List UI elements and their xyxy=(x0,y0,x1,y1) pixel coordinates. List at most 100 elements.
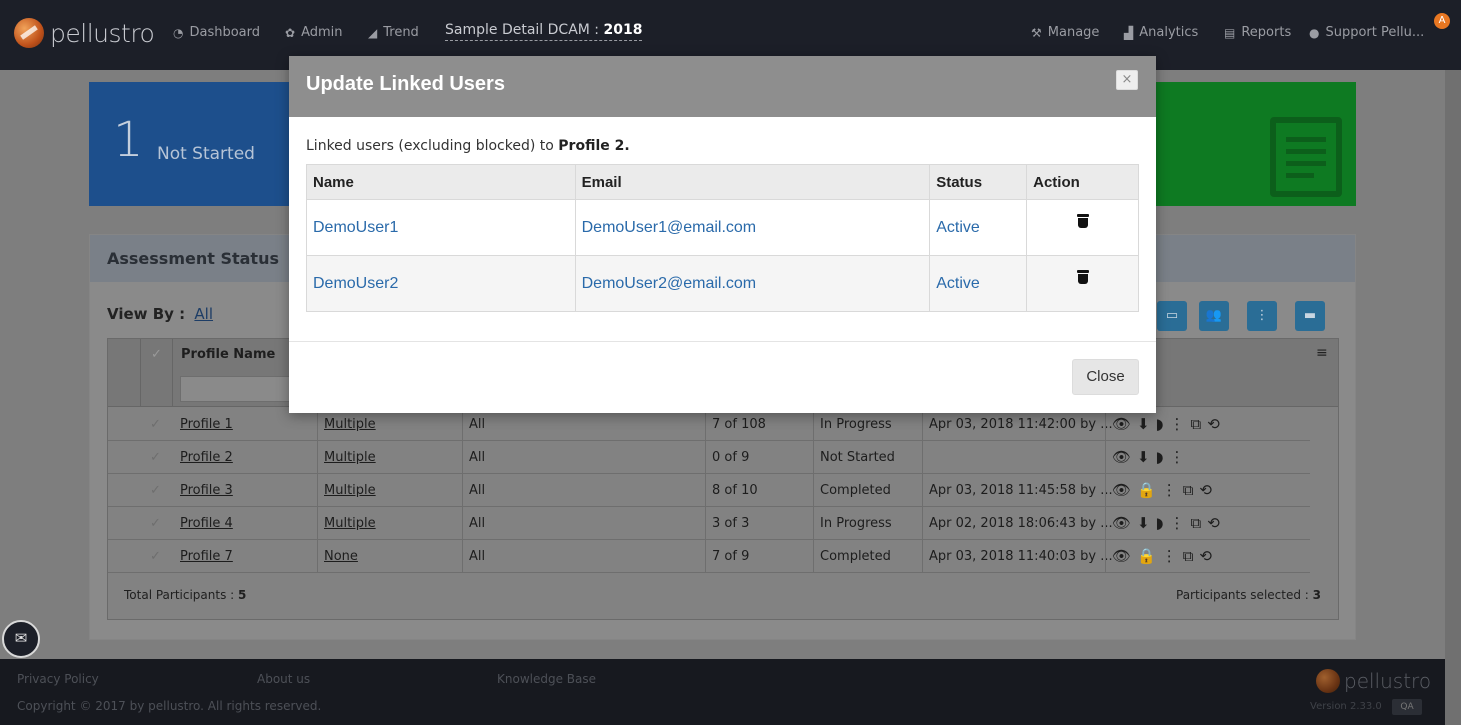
brand-logo[interactable]: pellustro xyxy=(14,18,155,48)
linked-users-table: Name Email Status Action DemoUser1 DemoU… xyxy=(306,164,1139,312)
about-us-link[interactable]: About us xyxy=(257,672,310,686)
page-scrollbar[interactable] xyxy=(1445,70,1461,725)
status-cell: In Progress xyxy=(820,417,892,432)
nav-admin[interactable]: ✿ Admin xyxy=(285,25,343,40)
table-header-row: Name Email Status Action xyxy=(306,164,1139,200)
nav-dashboard[interactable]: ◔ Dashboard xyxy=(173,25,260,40)
row-checkbox[interactable]: ✓ xyxy=(150,450,161,465)
table-row[interactable]: ✓ Profile 3 Multiple All 8 of 10 Complet… xyxy=(108,474,1310,507)
nav-reports[interactable]: ▤ Reports xyxy=(1224,25,1291,40)
grid-header-blank xyxy=(108,339,141,407)
column-profile-name[interactable]: Profile Name xyxy=(181,347,275,362)
column-email: Email xyxy=(574,164,931,200)
knowledge-base-link[interactable]: Knowledge Base xyxy=(497,672,596,686)
page-title[interactable]: Sample Detail DCAM : 2018 xyxy=(445,22,643,41)
progress-cell: 8 of 10 xyxy=(712,483,758,498)
trash-icon: ▬ xyxy=(1303,308,1317,323)
completed-tile[interactable] xyxy=(1156,82,1356,206)
close-icon[interactable]: × xyxy=(1116,70,1138,90)
linked-users-link[interactable]: None xyxy=(324,549,358,564)
grid-scrollbar[interactable] xyxy=(1315,408,1329,578)
calendar-button[interactable]: ▭ xyxy=(1157,301,1187,331)
profile-link[interactable]: Profile 2 xyxy=(180,450,233,465)
nav-dashboard-label: Dashboard xyxy=(189,25,261,40)
gear-icon: ✿ xyxy=(285,25,296,40)
nav-trend[interactable]: ◢ Trend xyxy=(368,25,419,40)
scope-cell: All xyxy=(469,549,486,564)
logo-mark-icon xyxy=(14,18,44,48)
row-checkbox[interactable]: ✓ xyxy=(150,483,161,498)
not-started-count: 1 xyxy=(113,112,144,168)
view-by-all-link[interactable]: All xyxy=(194,305,213,323)
profile-link[interactable]: Profile 1 xyxy=(180,417,233,432)
row-action-icons[interactable]: 👁🔒⋮⧉⟲ xyxy=(1112,547,1218,565)
scope-cell: All xyxy=(469,417,486,432)
row-action-icons[interactable]: 👁⬇◗⋮ xyxy=(1112,448,1191,466)
table-row: DemoUser2 DemoUser2@email.com Active xyxy=(306,255,1139,312)
delete-button[interactable]: ▬ xyxy=(1295,301,1325,331)
privacy-policy-link[interactable]: Privacy Policy xyxy=(17,672,99,686)
linked-users-link[interactable]: Multiple xyxy=(324,417,376,432)
total-value: 5 xyxy=(238,588,247,602)
table-row[interactable]: ✓ Profile 7 None All 7 of 9 Completed Ap… xyxy=(108,540,1310,573)
modal-divider xyxy=(289,341,1156,342)
tools-icon: ⚒ xyxy=(1031,25,1042,40)
status-cell: In Progress xyxy=(820,516,892,531)
user-status-cell: Active xyxy=(929,199,1028,256)
nav-trend-label: Trend xyxy=(383,25,419,40)
nav-manage[interactable]: ⚒ Manage xyxy=(1031,25,1099,40)
linked-users-link[interactable]: Multiple xyxy=(324,483,376,498)
not-started-tile[interactable]: 1 Not Started xyxy=(89,82,289,206)
modal-intro-text: Linked users (excluding blocked) to Prof… xyxy=(306,138,630,154)
link-users-button[interactable]: 👥 xyxy=(1199,301,1229,331)
profile-name-filter[interactable] xyxy=(180,376,290,402)
trash-icon[interactable] xyxy=(1076,214,1089,228)
user-email-cell[interactable]: DemoUser2@email.com xyxy=(574,255,931,312)
table-row: DemoUser1 DemoUser1@email.com Active xyxy=(306,199,1139,256)
progress-cell: 7 of 9 xyxy=(712,549,750,564)
profile-link[interactable]: Profile 3 xyxy=(180,483,233,498)
nav-user-menu[interactable]: ● Support Pellu... xyxy=(1309,25,1424,40)
intro-text: Linked users (excluding blocked) to xyxy=(306,138,559,154)
envelope-icon: ✉ xyxy=(14,629,28,647)
updated-cell: Apr 03, 2018 11:42:00 by ... xyxy=(929,417,1113,432)
nav-analytics[interactable]: ▟ Analytics xyxy=(1124,25,1198,40)
updated-cell: Apr 03, 2018 11:45:58 by ... xyxy=(929,483,1113,498)
profile-link[interactable]: Profile 4 xyxy=(180,516,233,531)
footer-logo: pellustro xyxy=(1316,669,1431,693)
row-action-icons[interactable]: 👁⬇◗⋮⧉⟲ xyxy=(1112,514,1226,532)
select-all-checkbox[interactable]: ✓ xyxy=(141,339,173,407)
total-participants: Total Participants : 5 xyxy=(124,588,246,602)
page-title-year: 2018 xyxy=(603,22,643,38)
nav-analytics-label: Analytics xyxy=(1139,25,1199,40)
user-name-cell[interactable]: DemoUser1 xyxy=(306,199,576,256)
column-menu-icon[interactable]: ≡ xyxy=(1316,345,1328,361)
linked-users-link[interactable]: Multiple xyxy=(324,516,376,531)
status-cell: Not Started xyxy=(820,450,895,465)
row-checkbox[interactable]: ✓ xyxy=(150,516,161,531)
table-row[interactable]: ✓ Profile 2 Multiple All 0 of 9 Not Star… xyxy=(108,441,1310,474)
action-cell xyxy=(1026,199,1139,256)
column-status: Status xyxy=(929,164,1028,200)
user-name-cell[interactable]: DemoUser2 xyxy=(306,255,576,312)
hierarchy-button[interactable]: ⋮ xyxy=(1247,301,1277,331)
trash-icon[interactable] xyxy=(1076,270,1089,284)
notification-badge[interactable]: A xyxy=(1434,13,1450,29)
linked-users-link[interactable]: Multiple xyxy=(324,450,376,465)
status-cell: Completed xyxy=(820,483,891,498)
row-checkbox[interactable]: ✓ xyxy=(150,417,161,432)
table-row[interactable]: ✓ Profile 4 Multiple All 3 of 3 In Progr… xyxy=(108,507,1310,540)
selected-value: 3 xyxy=(1312,588,1321,602)
profile-link[interactable]: Profile 7 xyxy=(180,549,233,564)
nav-admin-label: Admin xyxy=(301,25,343,40)
updated-cell: Apr 02, 2018 18:06:43 by ... xyxy=(929,516,1113,531)
close-button[interactable]: Close xyxy=(1072,359,1139,395)
row-action-icons[interactable]: 👁🔒⋮⧉⟲ xyxy=(1112,481,1218,499)
hierarchy-icon: ⋮ xyxy=(1255,308,1269,323)
row-action-icons[interactable]: 👁⬇◗⋮⧉⟲ xyxy=(1112,415,1226,433)
dashboard-icon: ◔ xyxy=(173,25,184,40)
nav-manage-label: Manage xyxy=(1047,25,1100,40)
message-button[interactable]: ✉ xyxy=(2,620,40,658)
user-email-cell[interactable]: DemoUser1@email.com xyxy=(574,199,931,256)
row-checkbox[interactable]: ✓ xyxy=(150,549,161,564)
